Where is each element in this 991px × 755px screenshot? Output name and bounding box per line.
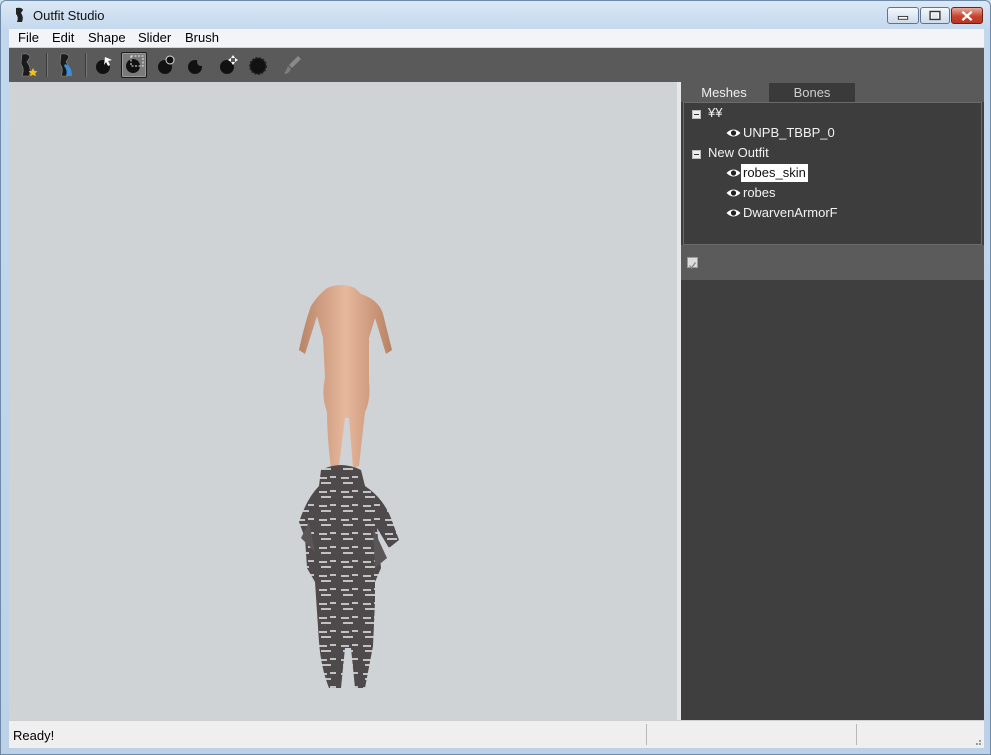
menu-bar: File Edit Shape Slider Brush <box>9 29 984 47</box>
load-reference-icon <box>20 53 38 77</box>
menu-slider[interactable]: Slider <box>138 30 171 45</box>
menu-brush[interactable]: Brush <box>185 30 219 45</box>
load-reference-button[interactable] <box>14 52 40 78</box>
app-window: Outfit Studio File Edit Shape Slider Bru… <box>0 0 991 755</box>
window-title: Outfit Studio <box>33 8 105 23</box>
status-bar: Ready! <box>9 720 984 748</box>
tree-item-label: DwarvenArmorF <box>743 205 838 220</box>
minimize-icon <box>897 15 909 20</box>
load-outfit-button[interactable] <box>53 52 79 78</box>
tree-item-label: robes <box>743 185 776 200</box>
app-icon <box>16 7 23 22</box>
robes-mesh <box>299 465 399 688</box>
deflate-brush-button[interactable] <box>183 52 209 78</box>
toolbar <box>9 48 984 82</box>
resize-grip-icon[interactable] <box>972 736 982 746</box>
panel-tabs: Meshes Bones <box>681 82 984 102</box>
tree-item-label: robes_skin <box>741 164 808 182</box>
minimize-button[interactable] <box>887 7 919 24</box>
select-brush-icon <box>96 57 112 74</box>
select-brush-button[interactable] <box>91 52 117 78</box>
checkmark-icon <box>688 262 697 270</box>
mask-brush-icon <box>126 55 144 73</box>
options-strip <box>681 245 984 280</box>
3d-viewport[interactable] <box>9 82 677 720</box>
menu-edit[interactable]: Edit <box>52 30 74 45</box>
deflate-brush-icon <box>188 58 205 74</box>
tab-meshes[interactable]: Meshes <box>681 83 767 102</box>
inflate-brush-icon <box>158 55 175 74</box>
menu-file[interactable]: File <box>18 30 39 45</box>
inflate-brush-button[interactable] <box>153 52 179 78</box>
maximize-icon <box>929 10 941 21</box>
status-text: Ready! <box>13 728 55 743</box>
close-icon <box>961 10 973 22</box>
smooth-brush-icon <box>249 57 267 75</box>
close-button[interactable] <box>951 7 983 24</box>
tab-bones[interactable]: Bones <box>769 83 855 102</box>
visibility-eye-icon[interactable] <box>726 208 741 218</box>
title-bar[interactable]: Outfit Studio <box>1 1 990 29</box>
load-outfit-icon <box>59 53 72 77</box>
visibility-eye-icon[interactable] <box>726 128 741 138</box>
maximize-button[interactable] <box>920 7 950 24</box>
smooth-brush-button[interactable] <box>245 52 271 78</box>
mesh-tree: ¥¥ UNPB_TBBP_0 New Outfit robes_skin rob… <box>683 102 982 245</box>
collapse-icon[interactable] <box>692 110 701 119</box>
tree-group-label: New Outfit <box>708 145 769 160</box>
move-brush-button[interactable] <box>215 52 241 78</box>
option-checkbox[interactable] <box>687 257 698 270</box>
collapse-icon[interactable] <box>692 150 701 159</box>
menu-shape[interactable]: Shape <box>88 30 126 45</box>
mask-brush-button[interactable] <box>121 52 147 78</box>
tree-item-label: UNPB_TBBP_0 <box>743 125 835 140</box>
tree-group-label: ¥¥ <box>708 105 723 120</box>
weight-paint-icon <box>284 56 301 74</box>
visibility-eye-icon[interactable] <box>726 168 741 178</box>
move-brush-icon <box>220 55 238 74</box>
right-panel: Meshes Bones ¥¥ UNPB_TBBP_0 New Outfit r… <box>681 82 984 720</box>
weight-paint-button[interactable] <box>279 52 305 78</box>
visibility-eye-icon[interactable] <box>726 188 741 198</box>
body-mesh <box>299 285 392 468</box>
mesh-preview <box>299 285 399 688</box>
